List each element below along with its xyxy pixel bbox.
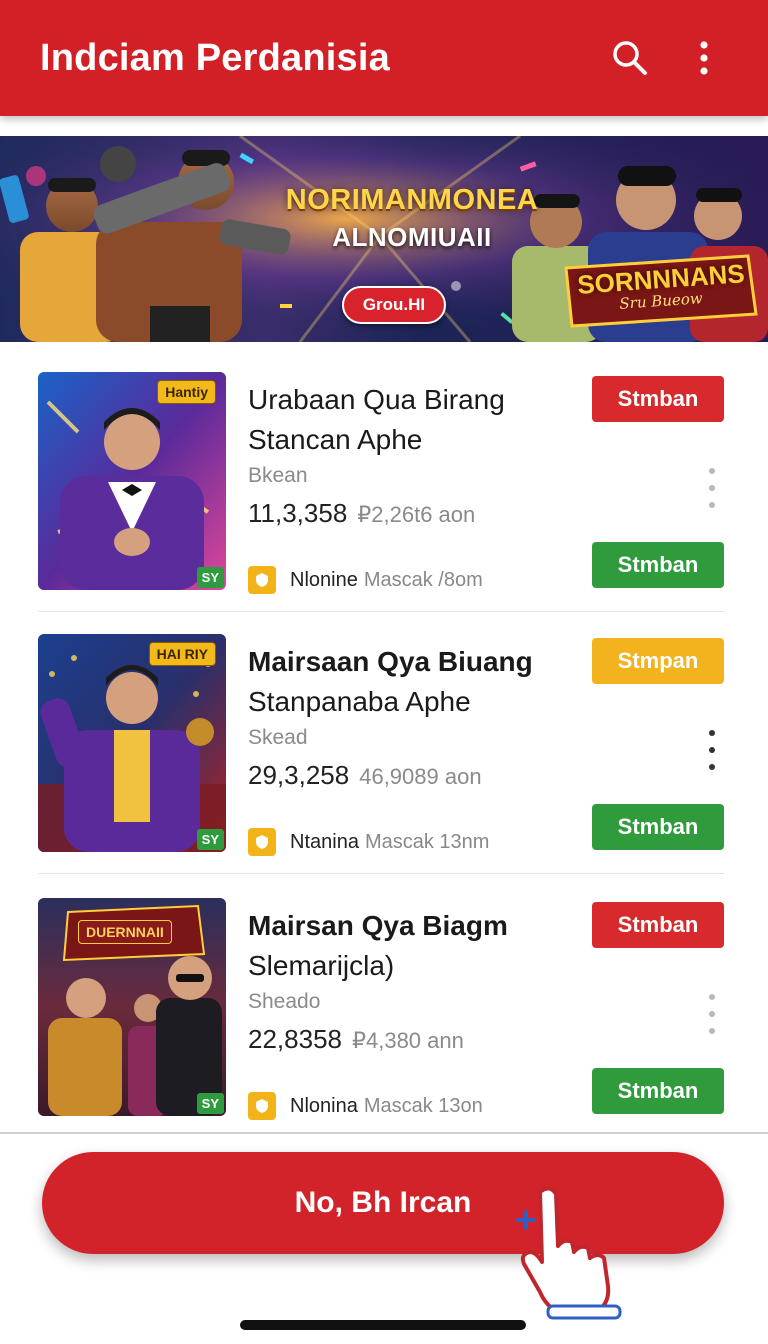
more-vertical-icon[interactable] bbox=[704, 468, 720, 508]
shield-icon bbox=[248, 828, 276, 856]
item-bottom-button[interactable]: Stmban bbox=[592, 542, 724, 588]
thumbnail-corner-badge: SY bbox=[196, 829, 224, 850]
item-stat-secondary: ₽2,26t6 aon bbox=[357, 502, 476, 527]
list-item[interactable]: Hantiy SY Urabaan Qua Birang Stancan Aph… bbox=[38, 344, 724, 606]
more-vertical-icon[interactable] bbox=[680, 34, 728, 82]
item-stats: 22,8358 ₽4,380 ann bbox=[248, 1024, 464, 1055]
banner-headline-line1: NORIMANMONEA bbox=[285, 184, 539, 216]
item-meta: Ntanina Mascak 13nm bbox=[248, 828, 489, 856]
promo-banner[interactable]: NORIMANMONEA ALNOMIUAII Grou.HI SORNNNAN… bbox=[0, 136, 768, 342]
item-title-line2: Stancan Aphe bbox=[248, 424, 423, 455]
item-title: Urabaan Qua Birang Stancan Aphe bbox=[248, 380, 548, 460]
item-stat-main: 11,3,358 bbox=[248, 498, 348, 528]
item-meta-detail: Mascak 13on bbox=[363, 1094, 483, 1117]
more-vertical-icon[interactable] bbox=[704, 730, 720, 770]
item-meta-detail: Mascak /8om bbox=[363, 568, 483, 591]
banner-headline-line2: ALNOMIUAII bbox=[332, 222, 492, 252]
search-icon[interactable] bbox=[606, 34, 654, 82]
item-subtitle: Bkean bbox=[248, 464, 308, 487]
item-bottom-button[interactable]: Stmban bbox=[592, 1068, 724, 1114]
item-subtitle: Skead bbox=[248, 726, 308, 749]
item-bottom-button[interactable]: Stmban bbox=[592, 804, 724, 850]
item-thumbnail[interactable]: DUERNNAII SY bbox=[38, 898, 226, 1116]
item-stat-secondary: 46,9089 aon bbox=[359, 764, 482, 789]
item-stat-main: 29,3,258 bbox=[248, 760, 350, 790]
item-meta: Nlonina Mascak 13on bbox=[248, 1092, 483, 1120]
thumbnail-tag: Hantiy bbox=[157, 380, 216, 404]
banner-cta-button[interactable]: Grou.HI bbox=[342, 286, 446, 324]
item-top-button[interactable]: Stmpan bbox=[592, 638, 724, 684]
item-title-line1: Mairsan Qya Biagm bbox=[248, 910, 508, 941]
item-title-line1: Mairsaan Qya Biuang bbox=[248, 646, 533, 677]
item-meta-detail: Mascak 13nm bbox=[364, 830, 490, 853]
item-meta: Nlonine Mascak /8om bbox=[248, 566, 483, 594]
app-bar: Indciam Perdanisia bbox=[0, 0, 768, 116]
item-stats: 11,3,358 ₽2,26t6 aon bbox=[248, 498, 475, 529]
item-top-button[interactable]: Stmban bbox=[592, 902, 724, 948]
item-title: Mairsan Qya Biagm Slemarijcla) bbox=[248, 906, 548, 986]
list-item[interactable]: HAI RIY SY Mairsaan Qya Biuang Stanpanab… bbox=[38, 606, 724, 868]
item-title-line2: Stanpanaba Aphe bbox=[248, 686, 471, 717]
item-thumbnail[interactable]: HAI RIY SY bbox=[38, 634, 226, 852]
item-stats: 29,3,258 46,9089 aon bbox=[248, 760, 482, 791]
thumbnail-tag: DUERNNAII bbox=[78, 920, 172, 944]
thumbnail-tag: HAI RIY bbox=[148, 642, 216, 666]
thumbnail-corner-badge: SY bbox=[196, 567, 224, 588]
item-top-button[interactable]: Stmban bbox=[592, 376, 724, 422]
more-vertical-icon[interactable] bbox=[704, 994, 720, 1034]
tap-hand-icon bbox=[506, 1182, 626, 1327]
list-item[interactable]: DUERNNAII SY Mairsan Qya Biagm Slemarijc… bbox=[38, 870, 724, 1132]
item-thumbnail[interactable]: Hantiy SY bbox=[38, 372, 226, 590]
bottom-separator bbox=[0, 1132, 768, 1134]
thumbnail-corner-badge: SY bbox=[196, 1093, 224, 1114]
item-title-line2: Slemarijcla) bbox=[248, 950, 395, 981]
thumbnail-artwork bbox=[38, 634, 226, 852]
item-title: Mairsaan Qya Biuang Stanpanaba Aphe bbox=[248, 642, 548, 722]
shield-icon bbox=[248, 1092, 276, 1120]
home-indicator bbox=[240, 1320, 526, 1330]
app-title: Indciam Perdanisia bbox=[40, 36, 390, 79]
item-stat-main: 22,8358 bbox=[248, 1024, 342, 1054]
item-subtitle: Sheado bbox=[248, 990, 321, 1013]
item-meta-name: Nlonina bbox=[290, 1094, 358, 1117]
item-stat-secondary: ₽4,380 ann bbox=[351, 1028, 464, 1053]
shield-icon bbox=[248, 566, 276, 594]
item-meta-name: Ntanina bbox=[290, 830, 359, 853]
item-title-line1: Urabaan Qua Birang bbox=[248, 384, 505, 415]
thumbnail-artwork bbox=[38, 372, 226, 590]
item-meta-name: Nlonine bbox=[290, 568, 358, 591]
